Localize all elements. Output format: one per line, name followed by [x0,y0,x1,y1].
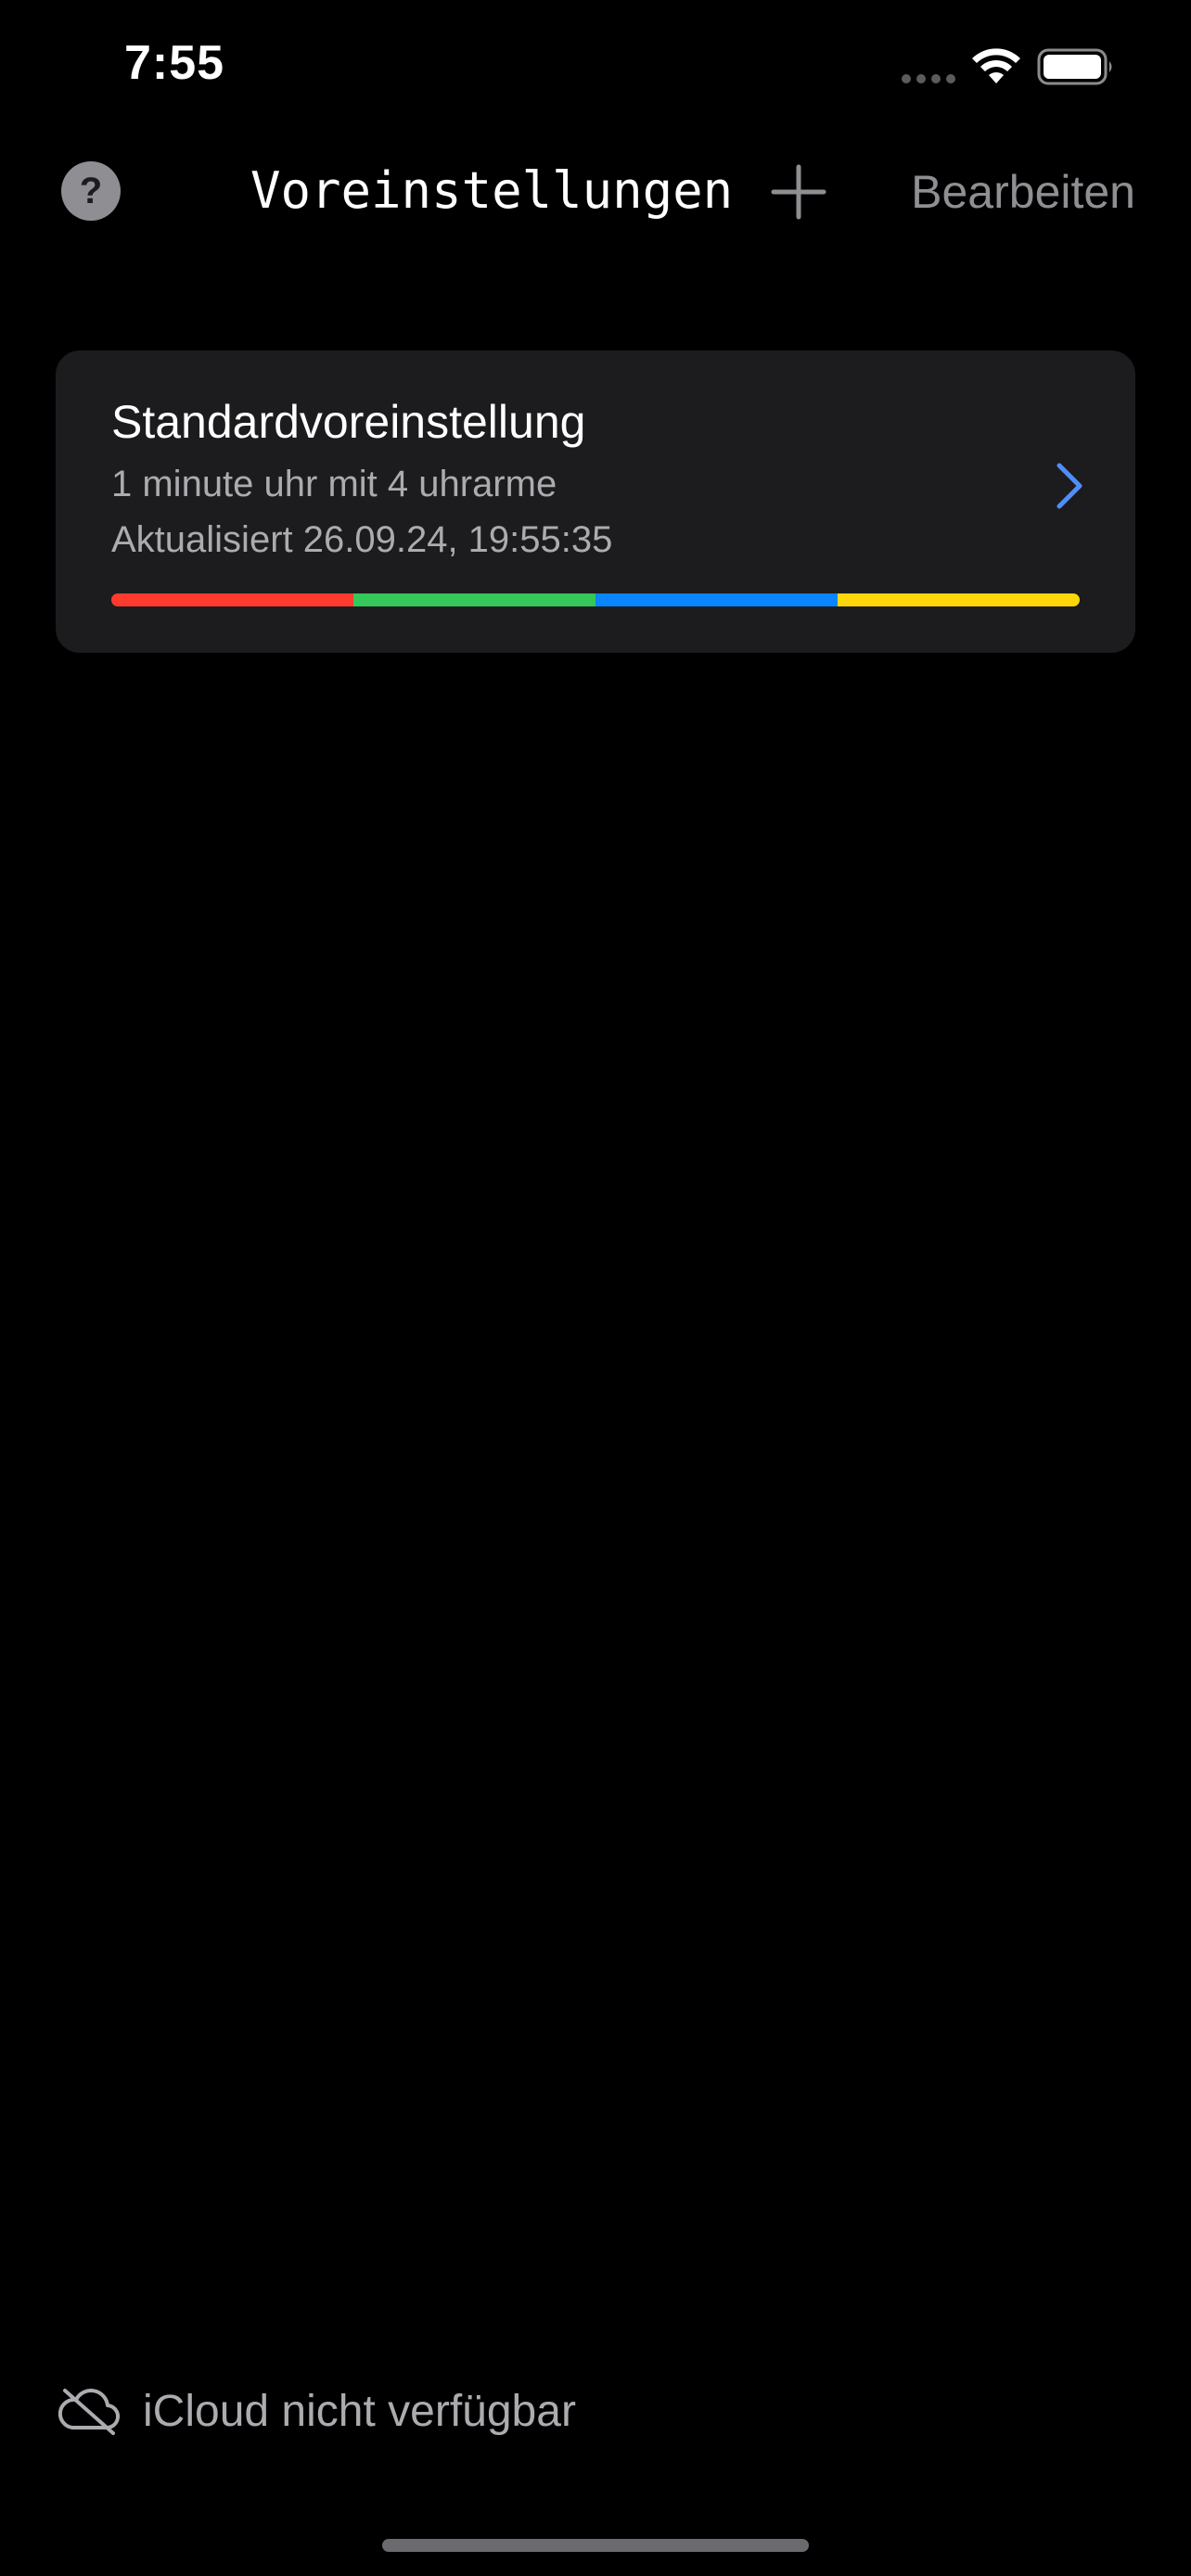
status-bar: 7:55 [0,0,1191,130]
battery-icon [1037,48,1112,85]
edit-button[interactable]: Bearbeiten [911,165,1135,219]
wifi-icon [972,48,1020,83]
hand-color-segment-3 [596,593,838,606]
preset-name: Standardvoreinstellung [111,396,586,448]
help-button[interactable]: ? [61,161,121,221]
chevron-right-icon [1057,463,1082,509]
cloud-slash-icon [58,2389,120,2435]
navigation-bar: ? Voreinstellungen Bearbeiten [0,148,1191,241]
status-time: 7:55 [124,36,225,90]
page-title: Voreinstellungen [250,161,734,220]
help-icon: ? [79,171,103,211]
cellular-signal-icon [902,74,955,83]
preset-updated-timestamp: Aktualisiert 26.09.24, 19:55:35 [111,519,613,560]
icloud-status-label: iCloud nicht verfügbar [143,2386,576,2436]
icloud-status: iCloud nicht verfügbar [58,2374,576,2448]
preset-card[interactable]: Standardvoreinstellung 1 minute uhr mit … [56,351,1135,653]
hand-color-bar [111,593,1080,606]
hand-color-segment-2 [353,593,596,606]
preset-description: 1 minute uhr mit 4 uhrarme [111,464,557,504]
add-icon[interactable] [766,159,831,224]
hand-color-segment-4 [838,593,1080,606]
hand-color-segment-1 [111,593,353,606]
home-indicator[interactable] [382,2539,809,2552]
